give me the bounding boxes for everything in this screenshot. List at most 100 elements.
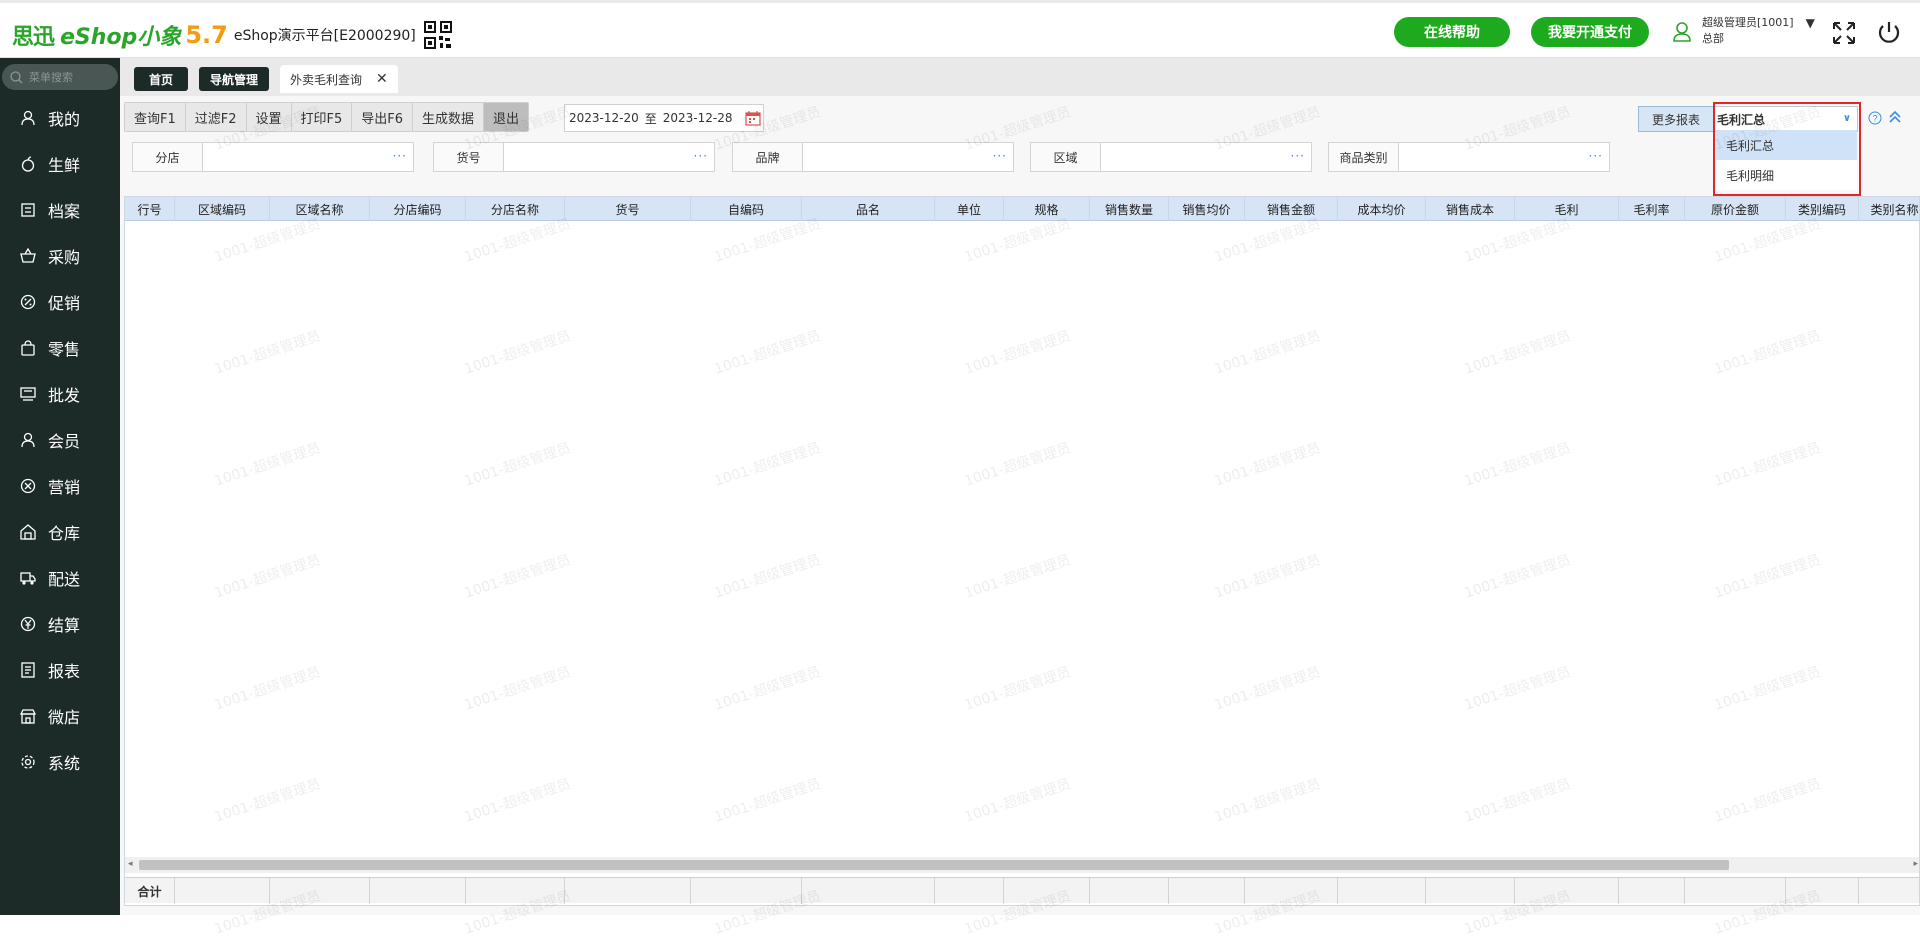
- search-icon: [10, 70, 23, 83]
- column-header[interactable]: 区域名称: [270, 197, 370, 221]
- help-icon[interactable]: ?: [1868, 111, 1882, 125]
- column-header[interactable]: 类别名称: [1859, 197, 1919, 221]
- column-header[interactable]: 分店编码: [370, 197, 466, 221]
- qr-code-icon[interactable]: [423, 21, 452, 49]
- more-reports-button[interactable]: 更多报表: [1638, 106, 1714, 132]
- column-header[interactable]: 自编码: [691, 197, 802, 221]
- warehouse-icon: [20, 524, 36, 540]
- total-cell: [802, 878, 935, 904]
- column-header[interactable]: 规格: [1004, 197, 1090, 221]
- brand-product: eShop小象: [60, 25, 182, 50]
- column-header[interactable]: 行号: [125, 197, 175, 221]
- column-header[interactable]: 销售成本: [1426, 197, 1515, 221]
- column-header[interactable]: 原价金额: [1685, 197, 1786, 221]
- user-menu[interactable]: 超级管理员[1001] 总部 ▼: [1672, 15, 1815, 47]
- filter-value[interactable]: [504, 143, 714, 171]
- sidebar-item[interactable]: 会员: [0, 420, 120, 460]
- total-cell: [1338, 878, 1426, 904]
- query-button[interactable]: 查询F1: [125, 103, 186, 131]
- scroll-left-arrow[interactable]: ◂: [128, 859, 133, 869]
- filter-value[interactable]: [203, 143, 413, 171]
- total-cell: [935, 878, 1004, 904]
- sidebar-item[interactable]: 结算: [0, 604, 120, 644]
- filter-label: 分店: [133, 143, 203, 171]
- column-header[interactable]: 单位: [935, 197, 1004, 221]
- store-icon: [20, 709, 36, 724]
- column-header[interactable]: 分店名称: [466, 197, 565, 221]
- filter-label: 区域: [1031, 143, 1101, 171]
- filter-button[interactable]: 过滤F2: [185, 103, 247, 131]
- sidebar-item[interactable]: 档案: [0, 190, 120, 230]
- sidebar-item[interactable]: 营销: [0, 466, 120, 506]
- sidebar-item[interactable]: 微店: [0, 696, 120, 736]
- column-header[interactable]: 毛利: [1515, 197, 1619, 221]
- filter-value[interactable]: [1101, 143, 1311, 171]
- filter-value[interactable]: [1399, 143, 1609, 171]
- fullscreen-icon[interactable]: [1830, 19, 1858, 47]
- more-icon[interactable]: ···: [1589, 149, 1603, 163]
- power-icon[interactable]: [1875, 19, 1903, 47]
- more-icon[interactable]: ···: [993, 149, 1007, 163]
- column-header[interactable]: 成本均价: [1338, 197, 1426, 221]
- user-name: 超级管理员[1001]: [1702, 16, 1794, 29]
- open-payment-button[interactable]: 我要开通支付: [1531, 17, 1649, 47]
- sidebar-item[interactable]: 我的: [0, 98, 120, 138]
- online-help-button[interactable]: 在线帮助: [1394, 17, 1510, 47]
- total-cell: [1786, 878, 1859, 904]
- sidebar-item[interactable]: 批发: [0, 374, 120, 414]
- column-header[interactable]: 类别编码: [1786, 197, 1859, 221]
- brand-filter[interactable]: 品牌 ···: [732, 142, 1014, 172]
- sidebar: 菜单搜索 我的生鲜档案采购促销零售批发会员营销仓库配送结算报表微店系统: [0, 58, 120, 915]
- sidebar-item[interactable]: 仓库: [0, 512, 120, 552]
- print-button[interactable]: 打印F5: [291, 103, 353, 131]
- sidebar-item[interactable]: 采购: [0, 236, 120, 276]
- close-icon[interactable]: ✕: [376, 71, 388, 87]
- generate-data-button[interactable]: 生成数据: [413, 103, 485, 131]
- sidebar-item[interactable]: 促销: [0, 282, 120, 322]
- region-filter[interactable]: 区域 ···: [1030, 142, 1312, 172]
- scrollbar-thumb[interactable]: [139, 860, 1729, 870]
- calendar-icon[interactable]: [745, 110, 761, 126]
- sidebar-item-label: 结算: [48, 616, 81, 635]
- branch-filter[interactable]: 分店 ···: [132, 142, 414, 172]
- chevron-down-icon[interactable]: ▼: [1806, 15, 1815, 31]
- settings-button[interactable]: 设置: [246, 103, 292, 131]
- sidebar-item[interactable]: 配送: [0, 558, 120, 598]
- menu-search-input[interactable]: 菜单搜索: [2, 64, 118, 90]
- sidebar-item[interactable]: 生鲜: [0, 144, 120, 184]
- export-button[interactable]: 导出F6: [352, 103, 414, 131]
- sidebar-item[interactable]: 零售: [0, 328, 120, 368]
- column-header[interactable]: 销售数量: [1090, 197, 1169, 221]
- collapse-up-icon[interactable]: [1888, 110, 1902, 124]
- more-icon[interactable]: ···: [393, 149, 407, 163]
- tab-nav-manage[interactable]: 导航管理: [199, 67, 269, 91]
- column-header[interactable]: 毛利率: [1619, 197, 1685, 221]
- horizontal-scrollbar[interactable]: ◂ ▸: [125, 857, 1919, 873]
- total-cell: [1685, 878, 1786, 904]
- sidebar-item-label: 营销: [48, 478, 81, 497]
- date-from: 2023-12-20: [569, 111, 639, 125]
- column-header[interactable]: 销售金额: [1245, 197, 1338, 221]
- sidebar-item-label: 生鲜: [48, 156, 81, 175]
- category-filter[interactable]: 商品类别 ···: [1328, 142, 1610, 172]
- more-icon[interactable]: ···: [694, 149, 708, 163]
- date-separator: 至: [644, 111, 657, 126]
- more-icon[interactable]: ···: [1291, 149, 1305, 163]
- sidebar-item-label: 仓库: [48, 524, 81, 543]
- column-header[interactable]: 区域编码: [175, 197, 270, 221]
- scroll-right-arrow[interactable]: ▸: [1913, 859, 1918, 869]
- item-no-filter[interactable]: 货号 ···: [433, 142, 715, 172]
- column-header[interactable]: 销售均价: [1169, 197, 1245, 221]
- tab-takeout-profit[interactable]: 外卖毛利查询 ✕: [280, 65, 398, 93]
- sidebar-item[interactable]: 报表: [0, 650, 120, 690]
- data-grid: 行号 区域编码 区域名称 分店编码 分店名称 货号 自编码 品名 单位 规格 销售数量 销售均价 销售金…: [124, 196, 1920, 906]
- date-range-input[interactable]: 2023-12-20 至 2023-12-28: [564, 104, 764, 132]
- tab-home[interactable]: 首页: [134, 67, 188, 91]
- sidebar-item-label: 促销: [48, 294, 81, 313]
- exit-button[interactable]: 退出: [484, 103, 529, 131]
- filter-value[interactable]: [803, 143, 1013, 171]
- column-header[interactable]: 货号: [565, 197, 691, 221]
- marketing-icon: [20, 478, 36, 494]
- sidebar-item[interactable]: 系统: [0, 742, 120, 782]
- column-header[interactable]: 品名: [802, 197, 935, 221]
